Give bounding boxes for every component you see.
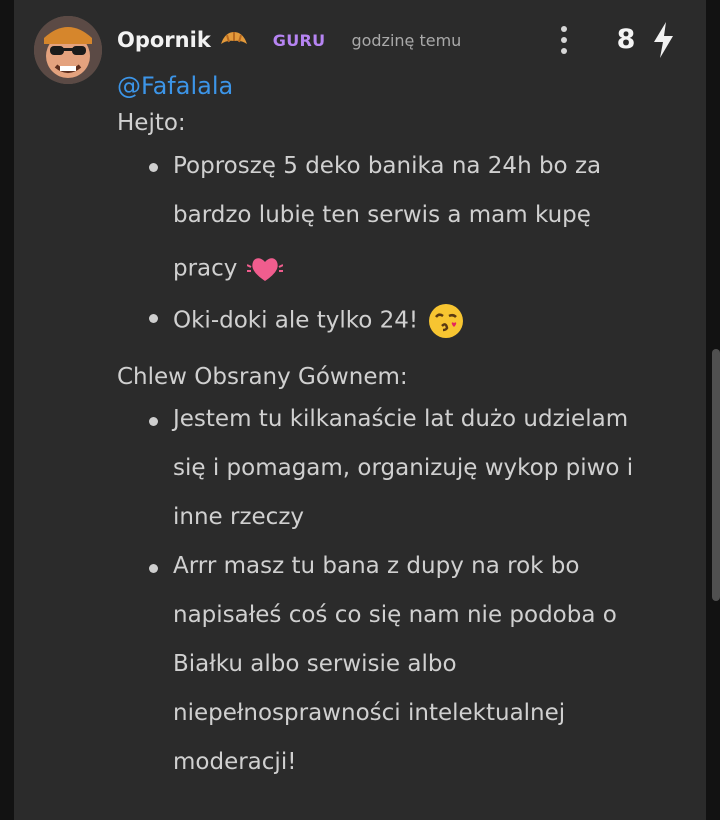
list-bullet: [149, 314, 158, 323]
list-item-line: Poproszę 5 deko banika na 24h bo za: [173, 153, 602, 179]
list-item-line: Arrr masz tu bana z dupy na rok bo: [173, 553, 580, 579]
mention-link[interactable]: @Fafalala: [117, 72, 233, 100]
croissant-icon: [220, 32, 247, 44]
timestamp: godzinę temu: [351, 30, 462, 50]
scrollbar[interactable]: [712, 349, 720, 601]
lightning-vote-icon[interactable]: [648, 20, 678, 60]
comment-header: Opornik GURU godzinę temu: [117, 22, 461, 58]
list-bullet: [149, 417, 158, 426]
face-blowing-kiss-emoji: [429, 304, 464, 338]
section-title-hejto: Hejto:: [117, 110, 186, 136]
list-item-line: pracy: [173, 253, 283, 285]
list-item-line: niepełnosprawności intelektualnej: [173, 700, 566, 726]
list-item-line: się i pomagam, organizuję wykop piwo i: [173, 455, 634, 481]
page: Opornik GURU godzinę temu 8 @Fafalala He…: [0, 0, 720, 820]
list-item-line: inne rzeczy: [173, 504, 305, 530]
list-item-text: pracy: [173, 255, 238, 282]
list-item-line: Oki-doki ale tylko 24!: [173, 302, 465, 340]
more-options-icon[interactable]: [552, 26, 576, 54]
section-title-chlew: Chlew Obsrany Gównem:: [117, 364, 408, 390]
rank-badge: GURU: [272, 30, 326, 50]
avatar-image: [34, 16, 102, 84]
list-bullet: [149, 163, 158, 172]
list-item-line: moderacji!: [173, 749, 297, 775]
list-item-line: napisałeś coś co się nam nie podoba o: [173, 602, 617, 628]
list-item-line: Jestem tu kilkanaście lat dużo udzielam: [173, 406, 629, 432]
vote-count: 8: [616, 24, 636, 55]
list-item-line: Białku albo serwisie albo: [173, 651, 457, 677]
avatar[interactable]: [34, 16, 102, 84]
sparkling-heart-emoji: [246, 258, 283, 281]
list-item-text: Oki-doki ale tylko 24!: [173, 307, 419, 334]
list-bullet: [149, 564, 158, 573]
username[interactable]: Opornik: [117, 28, 211, 52]
list-item-line: bardzo lubię ten serwis a mam kupę: [173, 202, 591, 228]
